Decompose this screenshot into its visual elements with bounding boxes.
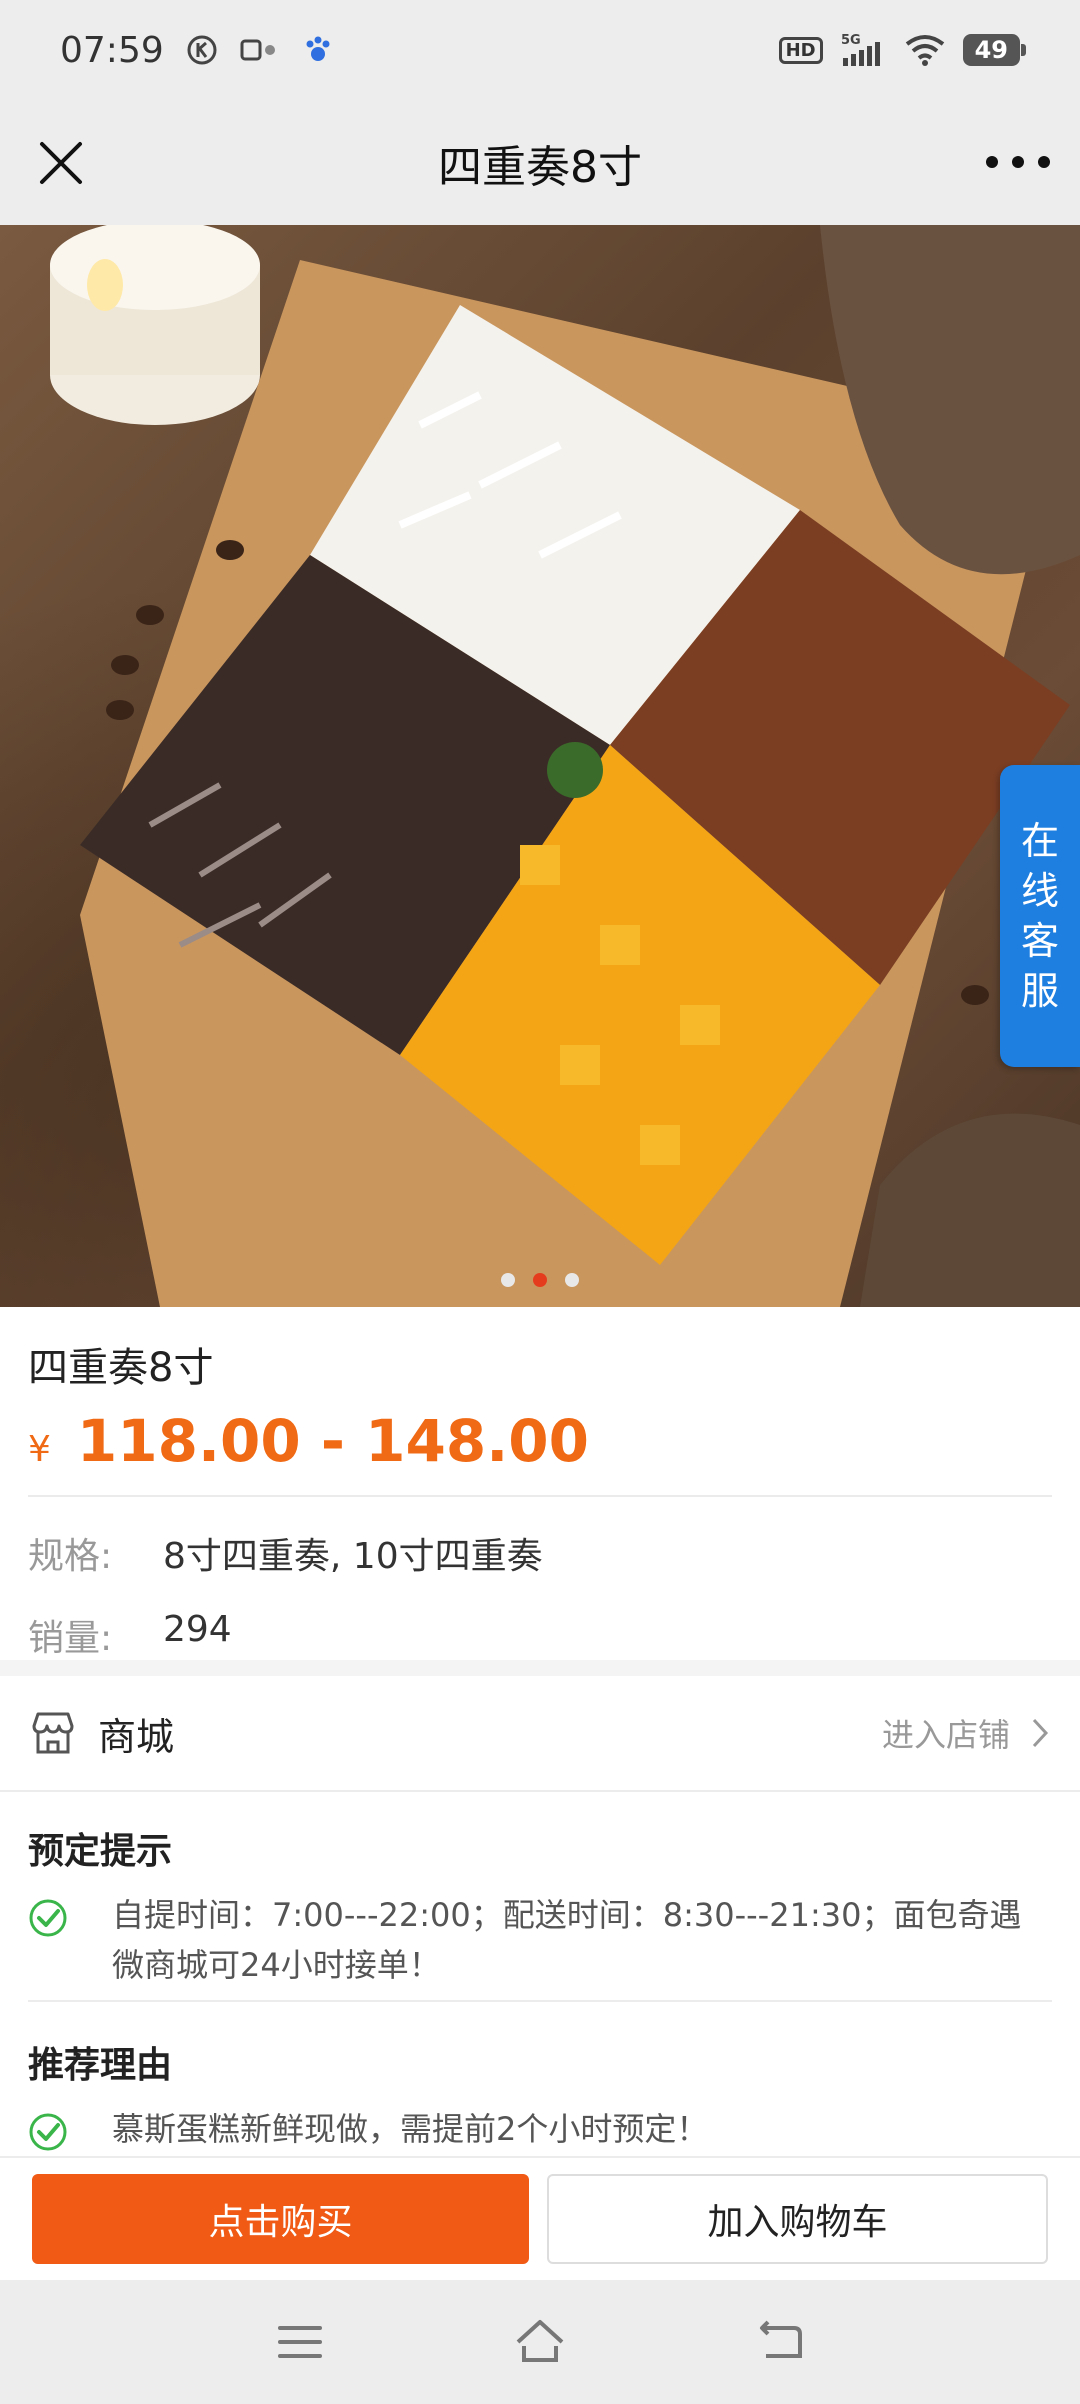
- close-icon[interactable]: [28, 130, 94, 196]
- carousel-dots: [0, 1273, 1080, 1287]
- more-icon[interactable]: [986, 142, 1050, 182]
- carousel-dot[interactable]: [565, 1273, 579, 1287]
- sales-value: 294: [163, 1609, 232, 1650]
- cs-char: 在: [1020, 819, 1059, 863]
- k-circle-icon: [187, 35, 217, 65]
- enter-shop-link[interactable]: 进入店铺: [882, 1710, 1010, 1756]
- back-icon[interactable]: [752, 2314, 808, 2370]
- paw-app-icon: [306, 36, 330, 61]
- battery-indicator: 49: [962, 34, 1027, 66]
- product-title: 四重奏8寸: [28, 1345, 214, 1391]
- bottom-action-bar: 点击购买 加入购物车: [0, 2156, 1080, 2280]
- booking-tip-line: 微商城可24小时接单！: [112, 1946, 441, 1984]
- cs-char: 线: [1020, 869, 1059, 913]
- status-bar: 07:59 HD 5G 49: [0, 0, 1080, 100]
- booking-tip-row: 自提时间：7:00---22:00；配送时间：8:30---21:30；面包奇遇…: [28, 1890, 1052, 1990]
- check-circle-icon: [29, 2113, 67, 2151]
- price-currency: ¥: [28, 1429, 51, 1470]
- carousel-dot-active[interactable]: [533, 1273, 547, 1287]
- hd-icon: HD: [778, 36, 823, 64]
- online-customer-service-button[interactable]: 在 线 客 服: [1000, 765, 1080, 1067]
- status-time: 07:59: [60, 29, 164, 71]
- recommend-row: 慕斯蛋糕新鲜现做，需提前2个小时预定！: [28, 2104, 1052, 2154]
- more-dot: [1012, 156, 1024, 168]
- network-label: 5G: [841, 33, 861, 48]
- recommend-text: 慕斯蛋糕新鲜现做，需提前2个小时预定！: [112, 2110, 709, 2148]
- price-row: ¥ 118.00 - 148.00: [28, 1407, 1052, 1475]
- booking-tips-title: 预定提示: [28, 1831, 173, 1872]
- divider: [28, 2000, 1052, 2002]
- page-title: 四重奏8寸: [438, 141, 642, 193]
- cs-char: 客: [1020, 919, 1059, 963]
- spec-label: 规格:: [28, 1536, 113, 1577]
- buy-now-button[interactable]: 点击购买: [32, 2174, 529, 2264]
- booking-tip-text: 自提时间：7:00---22:00；配送时间：8:30---21:30；面包奇遇…: [112, 1890, 1021, 1990]
- more-dot: [986, 156, 998, 168]
- more-dot: [1038, 156, 1050, 168]
- add-to-cart-button[interactable]: 加入购物车: [547, 2174, 1048, 2264]
- price-range: 118.00 - 148.00: [76, 1407, 589, 1475]
- sales-row: 销量: 294: [28, 1609, 1052, 1661]
- divider: [28, 1495, 1052, 1497]
- system-nav-bar: [0, 2280, 1080, 2404]
- carousel-dot[interactable]: [501, 1273, 515, 1287]
- booking-tip-line: 自提时间：7:00---22:00；配送时间：8:30---21:30；面包奇遇: [112, 1896, 1022, 1934]
- section-gap: [0, 1660, 1080, 1676]
- recommend-section: 推荐理由 慕斯蛋糕新鲜现做，需提前2个小时预定！: [0, 2036, 1080, 2154]
- chevron-right-icon: [1032, 1718, 1049, 1748]
- cake-photo: [50, 225, 1080, 1307]
- shop-row[interactable]: 商城 进入店铺: [0, 1676, 1080, 1792]
- check-circle-icon: [29, 1899, 67, 1937]
- wifi-icon: [905, 35, 944, 66]
- spec-row: 规格: 8寸四重奏, 10寸四重奏: [28, 1527, 1052, 1579]
- shop-name: 商城: [98, 1714, 175, 1759]
- store-icon: [32, 1712, 74, 1754]
- nav-bar: 四重奏8寸: [0, 100, 1080, 225]
- recommend-title: 推荐理由: [28, 2045, 173, 2086]
- booking-tips-section: 预定提示 自提时间：7:00---22:00；配送时间：8:30---21:30…: [0, 1822, 1080, 1990]
- product-image-carousel[interactable]: [0, 225, 1080, 1307]
- sales-label: 销量:: [28, 1618, 113, 1659]
- sim-icon: [240, 39, 275, 61]
- menu-icon[interactable]: [272, 2314, 328, 2370]
- cs-char: 服: [1020, 969, 1059, 1013]
- home-icon[interactable]: [512, 2314, 568, 2370]
- signal-icon: 5G: [841, 33, 880, 66]
- spec-value: 8寸四重奏, 10寸四重奏: [163, 1536, 543, 1577]
- product-info: 四重奏8寸 ¥ 118.00 - 148.00 规格: 8寸四重奏, 10寸四重…: [0, 1307, 1080, 1661]
